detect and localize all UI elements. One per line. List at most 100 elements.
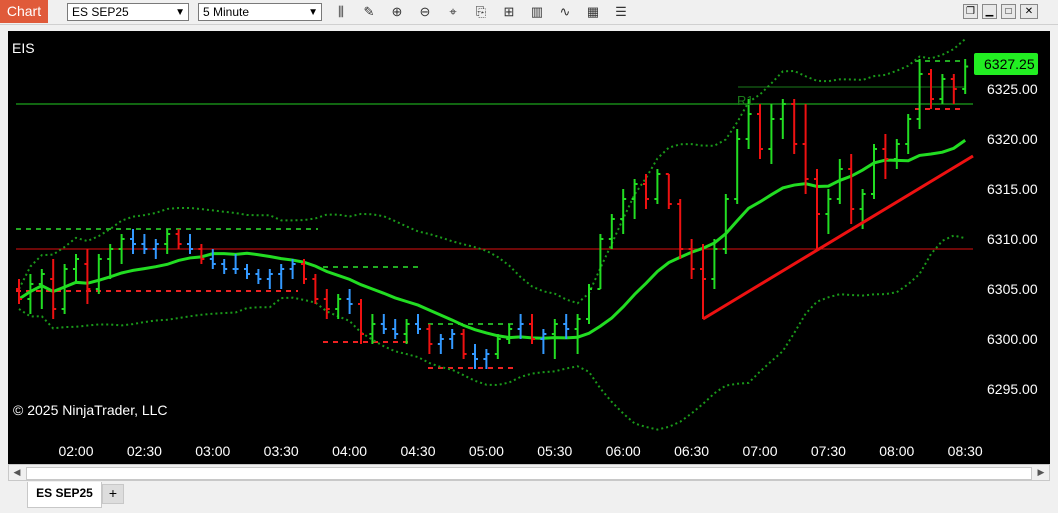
- minimize-icon[interactable]: ▁: [982, 4, 997, 19]
- tab-es-sep25[interactable]: ES SEP25: [27, 482, 102, 508]
- ohlc-bar: [722, 194, 729, 254]
- y-tick-label: 6325.00: [987, 81, 1038, 97]
- ohlc-bar: [768, 104, 775, 164]
- instrument-selector[interactable]: ES SEP25 ▼: [67, 3, 189, 21]
- chevron-down-icon: ▼: [175, 7, 185, 18]
- ohlc-bar: [574, 314, 581, 354]
- ohlc-bar: [688, 239, 695, 279]
- zoom-out-icon[interactable]: ⊖: [416, 3, 434, 21]
- x-tick-label: 08:00: [879, 443, 914, 459]
- x-tick-label: 07:30: [811, 443, 846, 459]
- instrument-value: ES SEP25: [72, 5, 129, 19]
- ohlc-bar: [654, 169, 661, 204]
- ohlc-bar: [506, 324, 513, 344]
- ohlc-bar: [882, 134, 889, 179]
- templates-icon[interactable]: ▦: [584, 3, 602, 21]
- ohlc-bar: [665, 173, 672, 209]
- ohlc-bar: [266, 269, 273, 289]
- maximize-icon[interactable]: □: [1001, 4, 1016, 19]
- ohlc-bar: [483, 349, 490, 369]
- instrument-label: EIS: [12, 40, 35, 56]
- ohlc-bar: [608, 214, 615, 249]
- ohlc-bar: [962, 59, 969, 94]
- close-icon[interactable]: ✕: [1020, 4, 1038, 19]
- ohlc-bar: [620, 189, 627, 234]
- y-tick-label: 6305.00: [987, 281, 1038, 297]
- price-chart[interactable]: 6325.00 6320.00 6315.00 6310.00 6305.00 6300.…: [8, 31, 1050, 464]
- ohlc-bar: [950, 74, 957, 104]
- ohlc-bar: [289, 259, 296, 279]
- interval-selector[interactable]: 5 Minute ▼: [198, 3, 322, 21]
- ohlc-bar: [380, 314, 387, 334]
- ohlc-bar: [916, 59, 923, 129]
- ohlc-bar: [631, 179, 638, 219]
- ohlc-bar: [221, 259, 228, 274]
- horizontal-scrollbar[interactable]: ◀ ▶: [8, 464, 1050, 481]
- y-tick-label: 6315.00: [987, 181, 1038, 197]
- ohlc-bar: [757, 104, 763, 159]
- x-tick-label: 06:00: [606, 443, 641, 459]
- pivot-label: R1: [737, 93, 754, 108]
- ohlc-bar: [232, 254, 239, 274]
- ohlc-bar: [426, 324, 433, 354]
- strategies-icon[interactable]: ⎘: [472, 3, 490, 21]
- ohlc-bar: [175, 229, 182, 249]
- y-tick-label: 6300.00: [987, 331, 1038, 347]
- x-tick-label: 05:30: [537, 443, 572, 459]
- ohlc-bar: [187, 234, 193, 254]
- copyright-text: © 2025 NinjaTrader, LLC: [13, 402, 168, 418]
- ohlc-bar: [791, 99, 798, 154]
- chart-canvas[interactable]: 6325.00 6320.00 6315.00 6310.00 6305.00 6300.…: [8, 31, 1050, 464]
- ohlc-bar: [814, 169, 820, 249]
- ohlc-bar: [323, 289, 330, 319]
- ohlc-bar: [597, 234, 604, 290]
- ohlc-bar: [893, 139, 900, 169]
- ohlc-bar: [95, 254, 102, 294]
- properties-icon[interactable]: ☰: [612, 3, 630, 21]
- chevron-down-icon: ▼: [308, 7, 318, 18]
- ohlc-bar: [130, 229, 136, 254]
- ohlc-bar: [255, 269, 262, 284]
- scroll-thumb[interactable]: [26, 467, 1032, 480]
- ohlc-bar: [141, 234, 148, 254]
- x-tick-label: 02:30: [127, 443, 162, 459]
- zoom-in-icon[interactable]: ⊕: [388, 3, 406, 21]
- ohlc-bar: [563, 314, 570, 339]
- data-series-icon[interactable]: ⫼: [332, 3, 350, 21]
- x-tick-label: 05:00: [469, 443, 504, 459]
- line-icon[interactable]: ∿: [556, 3, 574, 21]
- x-tick-label: 07:00: [742, 443, 777, 459]
- x-tick-label: 03:30: [264, 443, 299, 459]
- ohlc-bar: [437, 334, 444, 354]
- crosshair-icon[interactable]: ⌖: [444, 3, 462, 21]
- ohlc-bar: [643, 174, 649, 209]
- scroll-left-icon[interactable]: ◀: [9, 465, 25, 480]
- ohlc-bar: [403, 319, 410, 344]
- ohlc-bar: [84, 249, 91, 304]
- add-tab-button[interactable]: +: [102, 484, 124, 504]
- x-tick-label: 03:00: [195, 443, 230, 459]
- ohlc-bar: [335, 294, 342, 319]
- chart-toolbar: Chart ES SEP25 ▼ 5 Minute ▼ ⫼ ✎ ⊕ ⊖ ⌖ ⎘ …: [0, 0, 1058, 25]
- scroll-right-icon[interactable]: ▶: [1033, 465, 1049, 480]
- chart-style-icon[interactable]: ▥: [528, 3, 546, 21]
- y-tick-label: 6320.00: [987, 131, 1038, 147]
- ohlc-bar: [586, 284, 592, 324]
- ohlc-bar: [73, 254, 79, 284]
- restore-icon[interactable]: ❐: [963, 4, 978, 19]
- x-tick-label: 08:30: [948, 443, 983, 459]
- y-tick-label: 6295.00: [987, 381, 1038, 397]
- indicators-icon[interactable]: ⊞: [500, 3, 518, 21]
- ohlc-bar: [848, 154, 855, 224]
- ohlc-bar: [278, 264, 285, 289]
- ohlc-bar: [928, 69, 934, 109]
- ohlc-bar: [529, 314, 535, 344]
- ohlc-bar: [198, 244, 205, 264]
- ohlc-bar: [358, 299, 364, 344]
- drawing-tool-icon[interactable]: ✎: [360, 3, 378, 21]
- x-tick-label: 06:30: [674, 443, 709, 459]
- ohlc-bar: [209, 249, 216, 269]
- ohlc-bar: [711, 239, 718, 289]
- x-tick-label: 04:30: [400, 443, 435, 459]
- last-price-label: 6327.25: [984, 56, 1035, 72]
